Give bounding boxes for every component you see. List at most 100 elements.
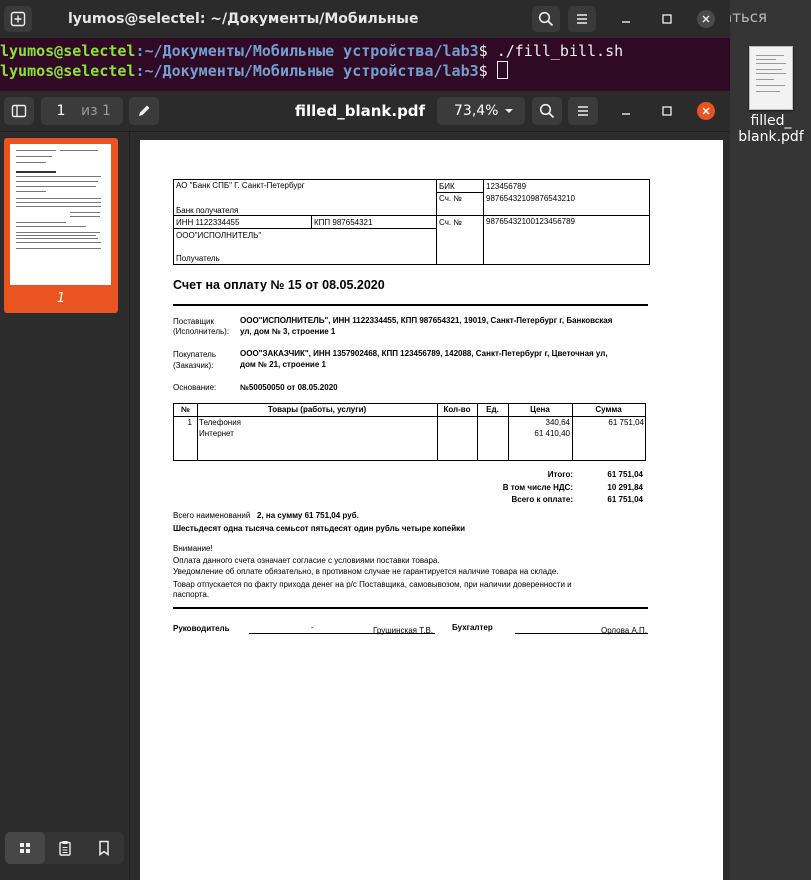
thumbnails-tab[interactable]: [5, 832, 45, 864]
terminal-command: ./fill_bill.sh: [496, 42, 624, 60]
director-signature-mark: -: [311, 623, 314, 632]
note-1: Оплата данного счета означает согласие с…: [173, 556, 440, 565]
inn-value: 1122334455: [195, 218, 240, 227]
page-thumbnail-1[interactable]: 1: [4, 138, 118, 313]
supplier-details-2: ул, дом № 3, строение 1: [240, 327, 336, 336]
supplier-label: Поставщик: [173, 317, 215, 326]
thumbnail-image: [10, 144, 111, 285]
notes-separator: [173, 607, 648, 609]
accountant-name: Орлова А.П.: [601, 626, 647, 635]
note-2: Уведомление об оплате обязательно, в про…: [173, 567, 559, 576]
annotate-button[interactable]: [129, 97, 159, 125]
item-number: 1: [187, 418, 192, 427]
viewer-close-button[interactable]: [697, 102, 715, 120]
viewer-menu-button[interactable]: [568, 97, 598, 125]
maximize-icon: [662, 106, 672, 116]
sidebar-icon: [11, 104, 27, 118]
close-icon: [702, 15, 710, 23]
buyer-label-sub: (Заказчик):: [173, 361, 214, 370]
bank-name: АО "Банк СПБ" Г. Санкт-Петербург: [176, 181, 305, 190]
buyer-label: Покупатель: [173, 350, 216, 359]
hamburger-menu-icon: [578, 106, 588, 116]
page-count-label: из 1: [81, 97, 123, 125]
prompt-path: :~/Документы/Мобильные устройства/lab3: [135, 62, 479, 80]
desktop-file-label: filled_ blank.pdf: [736, 113, 806, 145]
account-label: Сч. №: [439, 218, 462, 227]
director-name: Грушинская Т.В.: [373, 626, 434, 635]
viewer-search-button[interactable]: [532, 97, 562, 125]
col-goods-header: Товары (работы, услуги): [267, 405, 367, 414]
buyer-details-2: дом № 21, строение 1: [240, 360, 326, 369]
bik-value: 123456789: [486, 182, 527, 191]
desktop-file-filled-blank[interactable]: filled_ blank.pdf: [736, 46, 806, 145]
terminal-titlebar: lyumos@selectel: ~/Документы/Мобильные у…: [0, 0, 730, 65]
item-name-1: Телефония: [199, 418, 241, 427]
director-label: Руководитель: [173, 624, 230, 633]
total-label: Итого:: [547, 470, 573, 479]
minimize-icon: [622, 113, 630, 115]
item-price-1: 340,64: [545, 418, 570, 427]
viewer-maximize-button[interactable]: [658, 102, 676, 120]
terminal-output[interactable]: lyumos@selectel :~/Документы/Мобильные ус…: [0, 38, 730, 91]
items-count-value: 2, на сумму 61 751,04 руб.: [257, 511, 359, 520]
bank-label: Банк получателя: [176, 206, 239, 215]
items-table: № Товары (работы, услуги) Кол-во Ед. Цен…: [173, 403, 646, 461]
account-value: 98765432100123456789: [486, 217, 575, 226]
new-tab-icon: [10, 11, 26, 27]
hamburger-menu-icon: [577, 14, 587, 24]
recipient-company: ООО"ИСПОЛНИТЕЛЬ": [176, 231, 262, 240]
supplier-label-sub: (Исполнитель):: [173, 327, 230, 336]
col-no-header: №: [181, 405, 190, 414]
terminal-menu-button[interactable]: [568, 6, 596, 32]
bookmarks-tab[interactable]: [84, 832, 124, 864]
item-price-2: 61 410,40: [534, 429, 570, 438]
col-qty-header: Кол-во: [443, 405, 471, 414]
kpp-value: 987654321: [332, 218, 373, 227]
basis-label: Основание:: [173, 383, 217, 392]
items-count-line: Всего наименований 2, на сумму 61 751,04…: [173, 510, 359, 521]
item-name-2: Интернет: [199, 429, 234, 438]
terminal-minimize-button[interactable]: [617, 10, 635, 28]
clipboard-icon: [58, 841, 71, 856]
document-title: filled_blank.pdf: [294, 102, 426, 120]
terminal-maximize-button[interactable]: [658, 10, 676, 28]
viewer-minimize-button[interactable]: [617, 102, 635, 120]
title-separator: [173, 304, 648, 306]
grid-icon: [19, 843, 30, 853]
bank-details-table: АО "Банк СПБ" Г. Санкт-Петербург Банк по…: [173, 179, 650, 265]
vat-value: 10 291,84: [607, 483, 643, 492]
sidebar-mode-switcher: [5, 832, 124, 864]
amount-in-words: Шестьдесят одна тысяча семьсот пятьдесят…: [173, 524, 466, 533]
search-icon: [538, 11, 554, 27]
terminal-close-button[interactable]: [697, 10, 715, 28]
page-number-input[interactable]: 1: [41, 97, 81, 125]
pencil-icon: [139, 105, 150, 116]
zoom-dropdown[interactable]: 73,4%: [437, 97, 525, 125]
pdf-file-icon: [749, 46, 793, 110]
pdf-page: АО "Банк СПБ" Г. Санкт-Петербург Банк по…: [140, 140, 723, 880]
col-price-header: Цена: [530, 405, 550, 414]
document-canvas[interactable]: АО "Банк СПБ" Г. Санкт-Петербург Банк по…: [130, 132, 730, 880]
viewer-headerbar: 1 из 1 filled_blank.pdf 73,4%: [0, 91, 730, 132]
chevron-down-icon: [505, 109, 513, 113]
col-sum-header: Сумма: [595, 405, 622, 414]
close-icon: [702, 107, 710, 115]
prompt-symbol: $: [478, 42, 497, 60]
items-count-label: Всего наименований: [173, 511, 251, 520]
supplier-details: ООО"ИСПОЛНИТЕЛЬ", ИНН 1122334455, КПП 98…: [240, 316, 613, 325]
prompt-user: lyumos@selectel: [0, 42, 136, 60]
terminal-search-button[interactable]: [532, 6, 560, 32]
new-tab-button[interactable]: [4, 6, 32, 32]
prompt-symbol: $: [478, 62, 497, 80]
recipient-label: Получатель: [176, 254, 220, 263]
inn-label: ИНН: [176, 218, 194, 227]
bookmark-icon: [99, 840, 109, 856]
bik-label: БИК: [439, 182, 455, 191]
corr-account-value: 98765432109876543210: [486, 194, 575, 203]
document-viewer-window: 1 из 1 filled_blank.pdf 73,4% 1 АО "Банк…: [0, 91, 730, 880]
toggle-sidebar-button[interactable]: [4, 97, 34, 125]
note-4: паспорта.: [173, 590, 210, 599]
annotations-tab[interactable]: [45, 832, 85, 864]
accountant-label: Бухгалтер: [452, 623, 493, 632]
zoom-value: 73,4%: [454, 103, 499, 119]
